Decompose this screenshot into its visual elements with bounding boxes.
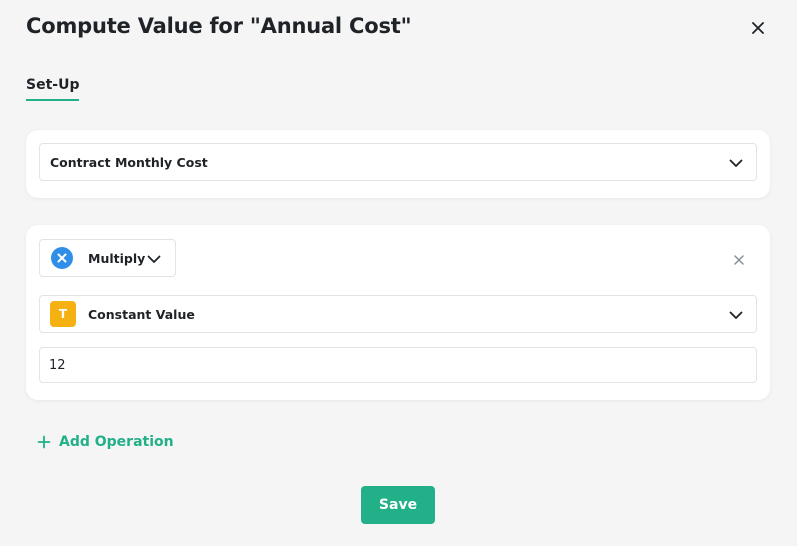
dialog-title: Compute Value for "Annual Cost" (26, 14, 412, 38)
chevron-down-icon (729, 159, 743, 167)
multiply-icon (51, 247, 73, 269)
base-field-card: Contract Monthly Cost (26, 130, 770, 198)
chevron-down-icon (147, 255, 161, 263)
remove-operation-button[interactable] (732, 253, 746, 267)
constant-value-input[interactable] (39, 347, 757, 383)
compute-value-dialog: Compute Value for "Annual Cost" Set-Up C… (0, 0, 797, 546)
close-icon (752, 22, 764, 34)
add-operation-button[interactable]: Add Operation (37, 434, 174, 450)
add-operation-label: Add Operation (59, 434, 174, 450)
base-field-label: Contract Monthly Cost (50, 154, 208, 170)
operator-label: Multiply (88, 250, 146, 266)
plus-icon (37, 435, 51, 449)
save-button[interactable]: Save (361, 486, 435, 524)
close-icon (734, 255, 744, 265)
operand-type-select[interactable]: T Constant Value (39, 295, 757, 333)
operand-type-label: Constant Value (88, 306, 195, 322)
operation-card: Multiply T Constant Value (26, 225, 770, 400)
operator-select[interactable]: Multiply (39, 239, 176, 277)
chevron-down-icon (729, 311, 743, 319)
close-dialog-button[interactable] (748, 18, 768, 38)
tab-set-up[interactable]: Set-Up (26, 77, 80, 101)
text-type-icon: T (50, 301, 76, 327)
base-field-select[interactable]: Contract Monthly Cost (39, 143, 757, 181)
